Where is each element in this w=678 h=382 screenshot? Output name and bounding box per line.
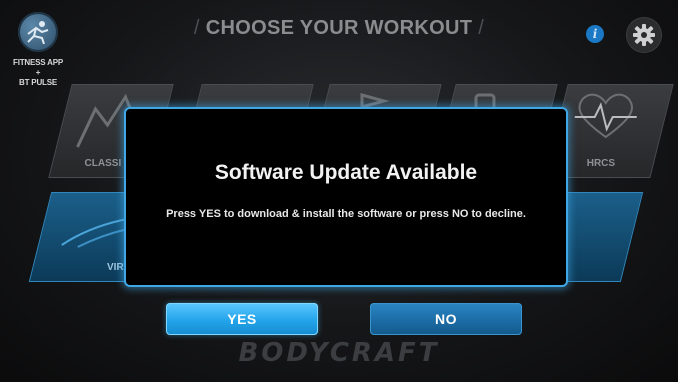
info-icon[interactable]: i <box>586 25 604 43</box>
fitness-app-label: FITNESS APP + BT PULSE <box>13 58 63 87</box>
no-button[interactable]: NO <box>370 303 522 335</box>
dialog-title: Software Update Available <box>214 161 478 184</box>
dialog-message: Press YES to download & install the soft… <box>166 208 526 220</box>
title-slash-right: / <box>478 17 485 39</box>
update-dialog: Software Update Available Press YES to d… <box>124 107 568 287</box>
heart-pulse-icon <box>574 93 637 139</box>
settings-button[interactable] <box>626 17 662 53</box>
brand-logo: BODYCRAFT <box>238 338 440 368</box>
title-slash-left: / <box>193 17 200 39</box>
yes-button[interactable]: YES <box>166 303 318 335</box>
gear-icon <box>633 24 655 46</box>
page-title: / CHOOSE YOUR WORKOUT / <box>0 17 678 40</box>
page-title-text: CHOOSE YOUR WORKOUT <box>205 17 473 39</box>
workout-screen: CLASSI HRCS VIRT FITNESS APP + BT PULSE … <box>0 0 678 382</box>
